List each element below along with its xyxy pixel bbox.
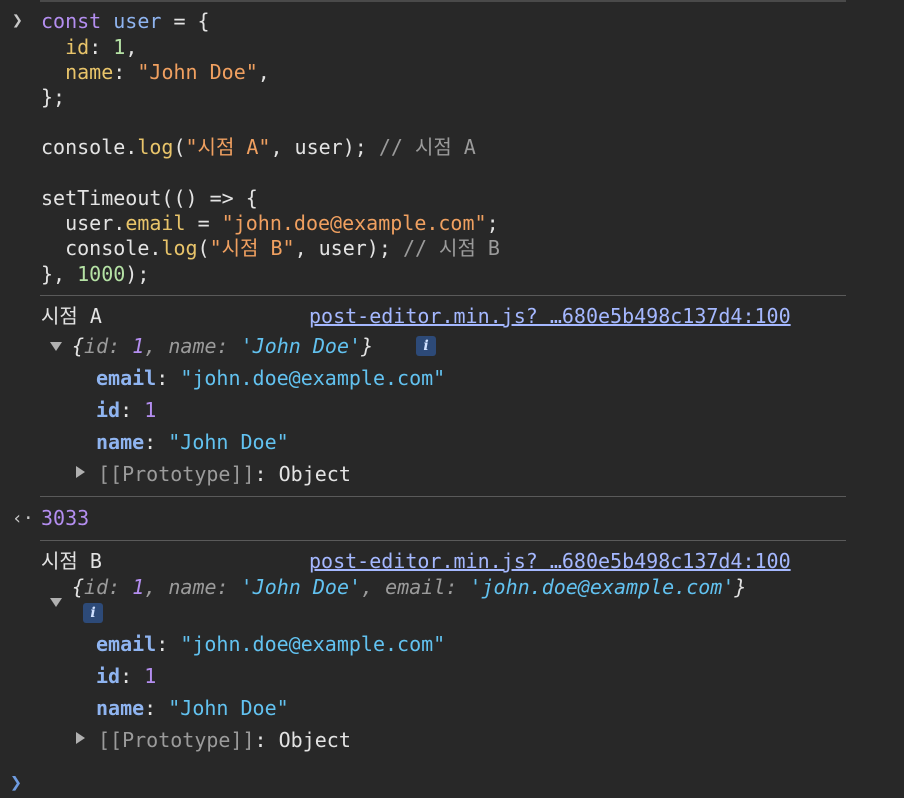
code-line-3: name: "John Doe", [65,60,270,84]
log-a-prop-email: email: "john.doe@example.com" [96,366,446,390]
expand-toggle-icon[interactable] [50,342,62,351]
code-line-4: }; [41,85,66,109]
code-line-6: console.log("시점 A", user); // 시점 A [41,135,476,159]
expand-toggle-icon[interactable] [50,598,62,607]
log-b-prop-email: email: "john.doe@example.com" [96,632,446,656]
divider [40,496,846,497]
console-input-prompt-icon[interactable]: ❯ [10,770,22,794]
code-line-11: }, 1000); [41,262,150,286]
log-a-source-link[interactable]: post-editor.min.js? …680e5b498c137d4:100 [309,303,791,329]
divider [40,540,846,541]
code-line-2: id: 1, [65,35,138,59]
log-a-object-summary[interactable]: {id: 1, name: 'John Doe'} [72,333,373,359]
log-b-object-summary[interactable]: {id: 1, name: 'John Doe', email: 'john.d… [72,574,746,600]
expand-prototype-icon[interactable] [76,466,85,478]
info-icon[interactable]: i [416,336,436,356]
log-b-prop-id: id: 1 [96,664,157,688]
log-b-prototype[interactable]: [[Prototype]]: Object [98,727,351,753]
code-line-8: setTimeout(() => { [41,186,258,210]
divider [40,295,846,296]
top-divider [40,0,846,2]
log-a-prop-name: name: "John Doe" [96,430,289,454]
log-a-prototype[interactable]: [[Prototype]]: Object [98,461,351,487]
expand-prototype-icon[interactable] [76,732,85,744]
code-line-10: console.log("시점 B", user); // 시점 B [65,236,500,260]
log-b-prop-name: name: "John Doe" [96,696,289,720]
input-prompt-icon: ❯ [12,10,23,31]
log-a-label: 시점 A [41,304,102,328]
code-line-9: user.email = "john.doe@example.com"; [65,211,499,235]
log-b-label: 시점 B [41,549,102,573]
log-b-source-link[interactable]: post-editor.min.js? …680e5b498c137d4:100 [309,548,791,574]
log-a-prop-id: id: 1 [96,398,157,422]
info-icon[interactable]: i [83,603,103,623]
return-arrow-icon: ‹· [12,508,34,529]
return-value: 3033 [41,506,90,530]
code-line-1: const user = { [41,9,210,33]
